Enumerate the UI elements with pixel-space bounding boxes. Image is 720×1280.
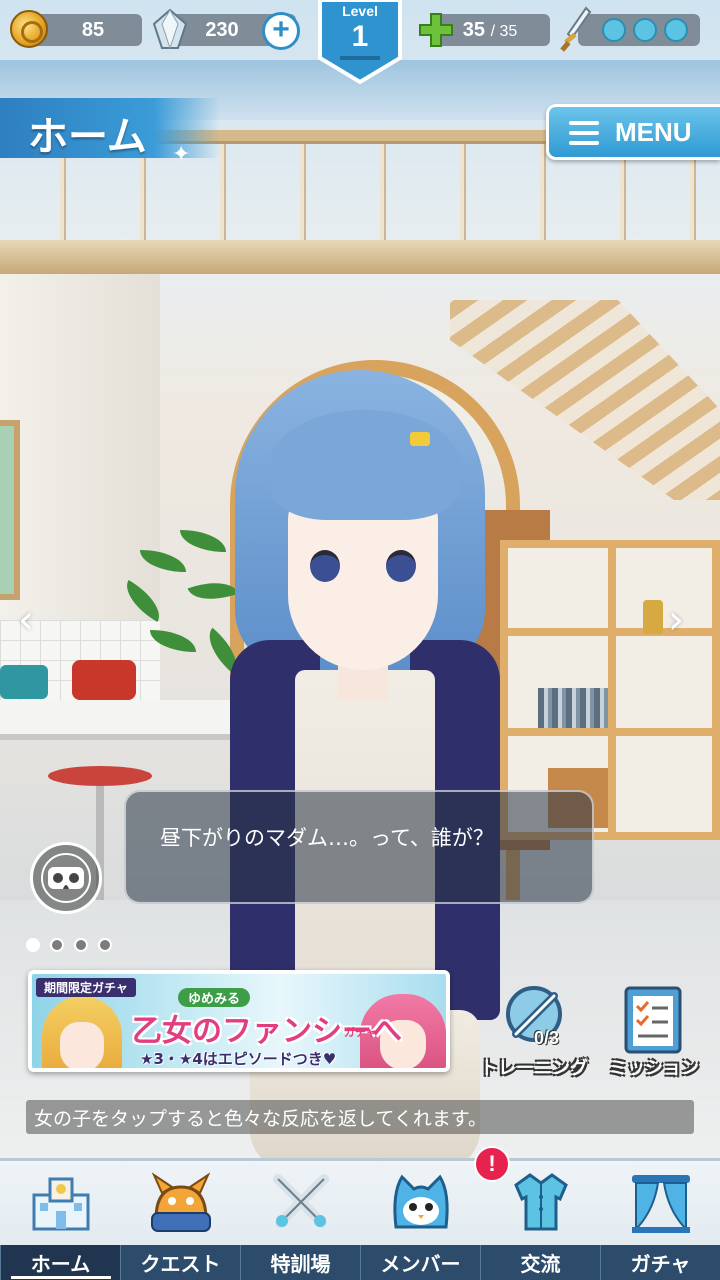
nav-label-gacha: ガチャ <box>600 1245 720 1280</box>
books <box>538 688 608 728</box>
baluster <box>380 144 386 240</box>
speech-bubble: 昼下がりのマダム…。って、誰が？ <box>124 790 594 904</box>
curtain-icon <box>632 1175 690 1233</box>
stamina-current: 35 <box>462 19 485 41</box>
cat-mascot-icon <box>393 1174 449 1229</box>
hamburger-icon <box>569 121 599 145</box>
crossed-swords-icon <box>273 1174 329 1228</box>
vr-headset-icon <box>48 867 84 889</box>
school-icon <box>32 1177 90 1231</box>
training-label: トレーニング <box>480 1058 588 1079</box>
carousel-dot[interactable] <box>50 938 64 952</box>
nav-label-training-ground: 特訓場 <box>240 1245 360 1280</box>
sparkle-icon: ✦ <box>172 142 191 167</box>
sword-slot <box>664 18 688 42</box>
mission-label: ミッション <box>609 1058 699 1079</box>
nav-label-member: メンバー <box>360 1245 480 1280</box>
teal-pot <box>0 665 48 699</box>
nav-item-gacha[interactable]: ガチャ <box>600 1161 720 1280</box>
nav-item-training-ground[interactable]: 特訓場 <box>240 1161 360 1280</box>
level-value: 1 <box>351 20 369 53</box>
baluster <box>220 144 226 240</box>
right-eye <box>386 550 416 582</box>
stamina-plus-icon <box>419 13 453 47</box>
stamina-max: / 35 <box>490 23 518 40</box>
sword-slot <box>602 18 626 42</box>
uniform-icon <box>514 1173 568 1231</box>
trophy-icon <box>643 600 663 634</box>
page-title: ホーム <box>28 114 147 160</box>
nav-item-quest[interactable]: クエスト <box>120 1161 240 1280</box>
carousel-dot[interactable] <box>98 938 112 952</box>
nav-item-member[interactable]: メンバー <box>360 1161 480 1280</box>
notification-badge: ! <box>474 1146 510 1182</box>
nav-label-home: ホーム <box>0 1245 120 1280</box>
sword-slot <box>633 18 657 42</box>
sword-icon <box>560 6 592 52</box>
next-character-arrow[interactable]: › <box>668 598 704 642</box>
banner-tag: 期間限定ガチャ <box>36 978 136 997</box>
clipboard-icon <box>624 986 682 1054</box>
mission-button[interactable]: ミッション <box>602 986 706 1082</box>
bar-stool <box>48 766 152 786</box>
dialogue-text: 昼下がりのマダム…。って、誰が？ <box>160 826 494 850</box>
nav-item-home[interactable]: ホーム <box>0 1161 120 1280</box>
carousel-dot[interactable] <box>26 938 40 952</box>
bottom-nav: ホーム クエスト 特訓場 メンバー 交流 ガチャ <box>0 1158 720 1280</box>
nav-label-interaction: 交流 <box>480 1245 600 1280</box>
tip-bar: 女の子をタップすると色々な反応を返してくれます。 <box>26 1100 694 1134</box>
balcony-floor <box>0 240 720 274</box>
banner-subtitle: ゆめみる <box>178 988 251 1007</box>
tip-text: 女の子をタップすると色々な反応を返してくれます。 <box>34 1108 487 1130</box>
baluster <box>540 144 546 240</box>
level-label: Level <box>342 3 378 19</box>
menu-button[interactable]: MENU <box>546 104 720 160</box>
star-hairclip-icon <box>410 432 430 446</box>
training-button[interactable]: 0/3 トレーニング <box>480 986 588 1082</box>
kitchen-counter <box>0 700 240 740</box>
banner-footer: ★3・★4はエピソードつき♥ <box>140 1050 337 1068</box>
left-eye <box>310 550 340 582</box>
status-bar: 85 230 + Level 1 35 / 35 <box>0 0 720 84</box>
banner-character-blonde <box>42 996 122 1068</box>
window <box>0 420 20 600</box>
nav-label-quest: クエスト <box>120 1245 240 1280</box>
menu-label: MENU <box>615 117 692 147</box>
gem-icon <box>152 8 188 50</box>
character-bangs <box>270 410 460 520</box>
level-badge: Level 1 <box>316 0 404 84</box>
baluster <box>460 144 466 240</box>
training-count: 0/3 <box>534 1028 560 1048</box>
previous-character-arrow[interactable]: ‹ <box>18 598 54 642</box>
baluster <box>300 144 306 240</box>
monster-icon <box>151 1172 211 1232</box>
carousel-dot[interactable] <box>74 938 88 952</box>
add-gems-button[interactable]: + <box>262 12 300 50</box>
gacha-banner[interactable]: 期間限定ガチャ ゆめみる 乙女のファンシーへ ガチャ ★3・★4はエピソードつき… <box>28 970 450 1072</box>
coin-icon <box>10 10 48 48</box>
banner-gacha-label: ガチャ <box>344 1026 377 1039</box>
vr-mode-button[interactable] <box>30 842 102 914</box>
